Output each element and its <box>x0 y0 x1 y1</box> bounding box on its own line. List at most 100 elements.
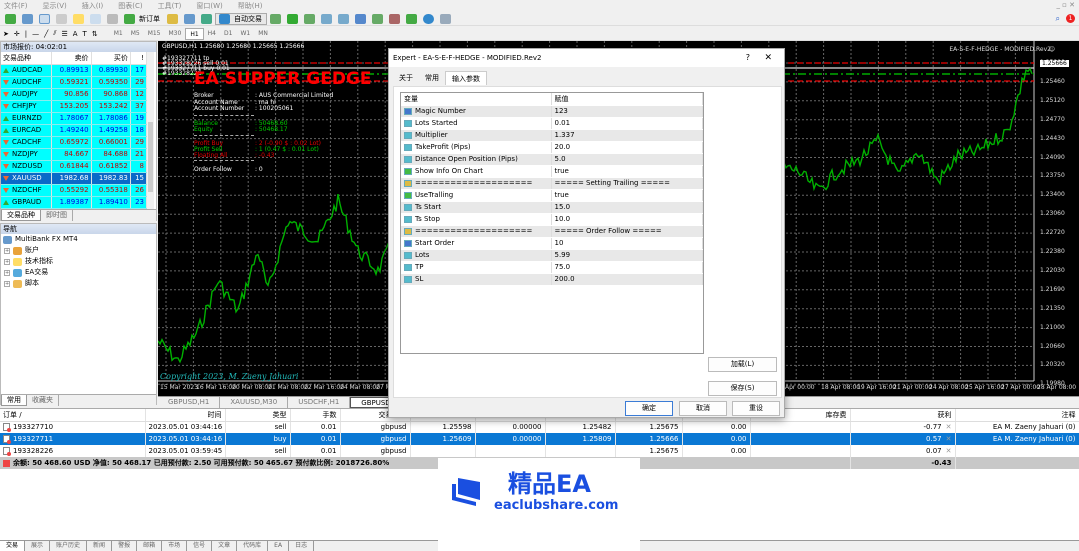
timeframe-d1[interactable]: D1 <box>220 28 236 40</box>
menu-item[interactable]: 显示(V) <box>43 1 67 11</box>
save-button[interactable]: 保存(S) <box>708 381 777 396</box>
orders-column-header[interactable]: 获利 <box>850 409 956 422</box>
channel-icon[interactable]: ⫽ <box>53 29 56 38</box>
notification-badge[interactable]: 1 <box>1066 14 1075 23</box>
terminal-tab[interactable]: 信号 <box>187 541 213 551</box>
parameter-row[interactable]: Show Info On Chart true <box>401 165 703 178</box>
data-window-icon[interactable] <box>56 13 67 24</box>
column-variable[interactable]: 变量 <box>401 93 552 106</box>
terminal-icon[interactable] <box>90 13 101 24</box>
close-button[interactable]: ✕ <box>764 49 772 67</box>
parameter-row[interactable]: Start Order 10 <box>401 237 703 250</box>
market-watch-row[interactable]: AUDJPY 90.856 90.868 12 <box>1 88 148 101</box>
timeframe-m5[interactable]: M5 <box>127 28 144 40</box>
orders-column-header[interactable]: 注释 <box>955 409 1079 422</box>
bar-chart-icon[interactable] <box>270 13 281 24</box>
terminal-tab[interactable]: EA <box>268 541 290 551</box>
parameter-value[interactable]: true <box>551 165 703 178</box>
terminal-tab[interactable]: 邮箱 <box>137 541 163 551</box>
market-watch-icon[interactable] <box>39 13 50 24</box>
parameter-value[interactable]: 10.0 <box>551 213 703 226</box>
terminal-tab[interactable]: 代码库 <box>237 541 269 551</box>
zoom-out-icon[interactable] <box>338 13 349 24</box>
market-watch-row[interactable]: CADCHF 0.65972 0.66001 29 <box>1 136 148 149</box>
vertical-line-icon[interactable]: | <box>25 30 27 38</box>
parameter-value[interactable]: 5.0 <box>551 153 703 166</box>
periods-icon[interactable] <box>423 13 434 24</box>
trendline-icon[interactable]: ╱ <box>44 30 48 38</box>
parameter-row[interactable]: Lots 5.99 <box>401 249 703 262</box>
zoom-in-icon[interactable] <box>321 13 332 24</box>
market-watch-row[interactable]: NZDJPY 84.667 84.688 21 <box>1 148 148 161</box>
orders-column-header[interactable]: 手数 <box>290 409 341 422</box>
window-controls[interactable]: _ ▫ ✕ <box>1056 1 1075 9</box>
market-watch-row[interactable]: NZDCHF 0.55292 0.55318 26 <box>1 184 148 197</box>
mw-column-header[interactable]: ! <box>130 52 148 65</box>
parameter-row[interactable]: ==================== ===== Setting Traili… <box>401 177 703 190</box>
timeframe-m30[interactable]: M30 <box>165 28 186 40</box>
menu-item[interactable]: 窗口(W) <box>196 1 222 11</box>
auto-trading-button[interactable]: 自动交易 <box>215 12 267 25</box>
parameter-row[interactable]: SL 200.0 <box>401 273 703 286</box>
new-chart-icon[interactable] <box>5 13 16 24</box>
line-chart-icon[interactable] <box>304 13 315 24</box>
parameter-row[interactable]: Magic Number 123 <box>401 105 703 118</box>
terminal-tab[interactable]: 新闻 <box>87 541 113 551</box>
help-button[interactable]: ? <box>746 49 750 67</box>
dialog-tab[interactable]: 关于 <box>393 71 419 85</box>
navigator-root[interactable]: MultiBank FX MT4 <box>1 234 156 245</box>
parameter-row[interactable]: Multiplier 1.337 <box>401 129 703 142</box>
parameter-row[interactable]: Ts Stop 10.0 <box>401 213 703 226</box>
orders-column-header[interactable]: 时间 <box>145 409 226 422</box>
parameter-value[interactable]: 1.337 <box>551 129 703 142</box>
timeframe-mn[interactable]: MN <box>254 28 272 40</box>
fibonacci-icon[interactable]: ☰ <box>61 30 67 38</box>
parameter-value[interactable]: true <box>551 189 703 202</box>
new-order-button[interactable]: 新订单 <box>139 14 160 24</box>
horizontal-line-icon[interactable]: — <box>32 30 39 38</box>
strategy-tester-icon[interactable] <box>107 13 118 24</box>
terminal-tab[interactable]: 账户历史 <box>50 541 88 551</box>
parameter-row[interactable]: Distance Open Position (Pips) 5.0 <box>401 153 703 166</box>
dialog-tab[interactable]: 输入参数 <box>445 71 487 85</box>
parameter-value[interactable]: 20.0 <box>551 141 703 154</box>
terminal-tab[interactable]: 展示 <box>25 541 51 551</box>
market-watch-row[interactable]: GBPAUD 1.89387 1.89410 23 <box>1 196 148 209</box>
cancel-button[interactable]: 取消 <box>679 401 727 416</box>
metaeditor-icon[interactable] <box>167 13 178 24</box>
chart-shift-icon[interactable] <box>372 13 383 24</box>
templates-icon[interactable] <box>440 13 451 24</box>
parameter-value[interactable]: 200.0 <box>551 273 703 286</box>
order-row[interactable]: 193328226 2023.05.01 03:59:45 sell 0.01 gbpu… <box>0 445 1079 457</box>
parameter-value[interactable]: ===== Setting Trailing ===== <box>551 177 703 190</box>
terminal-tab[interactable]: 交易 <box>0 541 26 551</box>
timeframe-m1[interactable]: M1 <box>110 28 127 40</box>
chart-tab[interactable]: USDCHF,H1 <box>288 397 351 408</box>
market-watch-row[interactable]: CHFJPY 153.205 153.242 37 <box>1 100 148 113</box>
navigator-item-scripts[interactable]: + 脚本 <box>1 278 156 289</box>
navigator-item-indicators[interactable]: + 技术指标 <box>1 256 156 267</box>
market-watch-row[interactable]: AUDCHF 0.59321 0.59350 29 <box>1 76 148 89</box>
search-icon[interactable]: ⌕ <box>1056 14 1060 24</box>
chart-tab[interactable]: GBPUSD,H1 <box>158 397 221 408</box>
crosshair-icon[interactable]: ✛ <box>14 30 20 38</box>
text-icon[interactable]: A <box>73 30 78 38</box>
parameter-value[interactable]: 123 <box>551 105 703 118</box>
mw-column-header[interactable]: 卖价 <box>51 52 92 65</box>
mw-column-header[interactable]: 交易品种 <box>1 52 53 65</box>
market-watch-tab[interactable]: 即时图 <box>41 210 73 221</box>
parameter-value[interactable]: 0.01 <box>551 117 703 130</box>
parameter-row[interactable]: Lots Started 0.01 <box>401 117 703 130</box>
parameter-row[interactable]: UseTralling true <box>401 189 703 202</box>
load-button[interactable]: 加载(L) <box>708 357 777 372</box>
column-value[interactable]: 赋值 <box>551 93 703 106</box>
cursor-icon[interactable]: ➤ <box>3 30 9 38</box>
market-watch-tab[interactable]: 交易品种 <box>1 210 41 221</box>
parameter-value[interactable]: ===== Order Follow ===== <box>551 225 703 238</box>
menu-item[interactable]: 文件(F) <box>4 1 28 11</box>
menu-item[interactable]: 图表(C) <box>118 1 142 11</box>
terminal-tab[interactable]: 市场 <box>162 541 188 551</box>
mw-column-header[interactable]: 买价 <box>91 52 131 65</box>
parameter-value[interactable]: 10 <box>551 237 703 250</box>
close-order-icon[interactable]: ✕ <box>946 423 952 431</box>
